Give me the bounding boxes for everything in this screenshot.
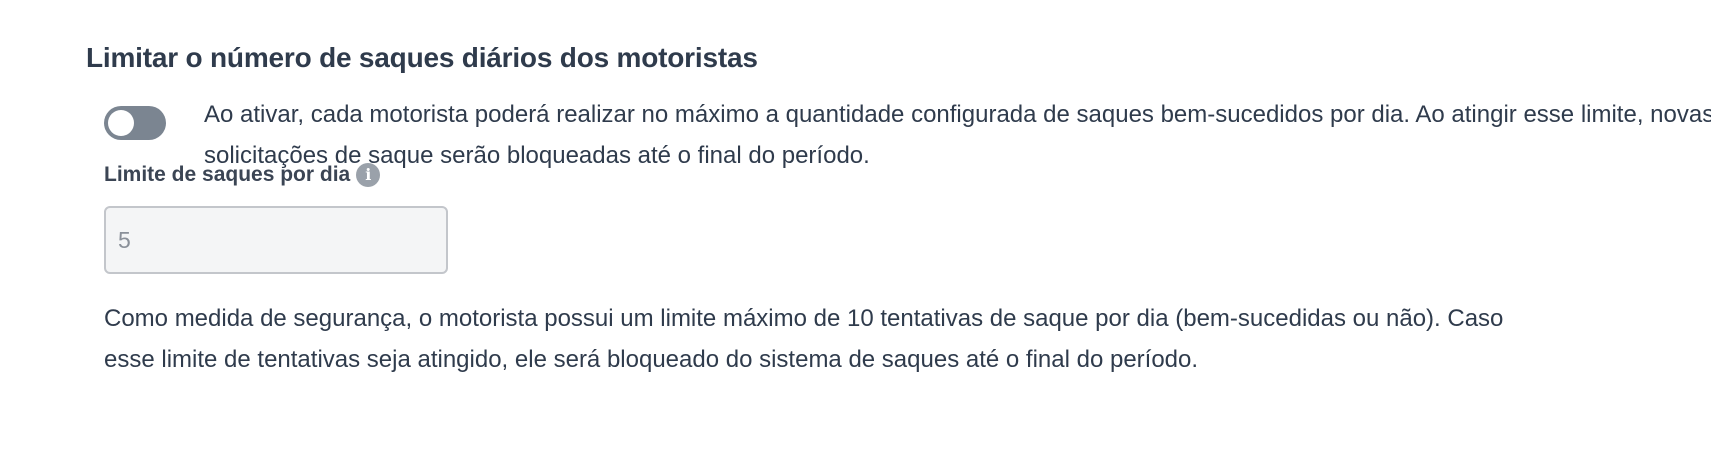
limit-field-label: Limite de saques por dia (104, 163, 351, 186)
section-title: Limitar o número de saques diários dos m… (86, 42, 758, 73)
field-label-row: Limite de saques por dia i (104, 160, 448, 190)
limit-input[interactable] (104, 206, 448, 274)
security-note: Como medida de segurança, o motorista po… (104, 305, 1504, 373)
limit-field: Limite de saques por dia i (104, 160, 448, 274)
limit-toggle[interactable] (104, 106, 166, 140)
info-icon[interactable]: i (356, 163, 381, 187)
daily-withdrawal-limit-section: Limitar o número de saques diários dos m… (86, 38, 1711, 178)
toggle-knob (108, 110, 134, 136)
